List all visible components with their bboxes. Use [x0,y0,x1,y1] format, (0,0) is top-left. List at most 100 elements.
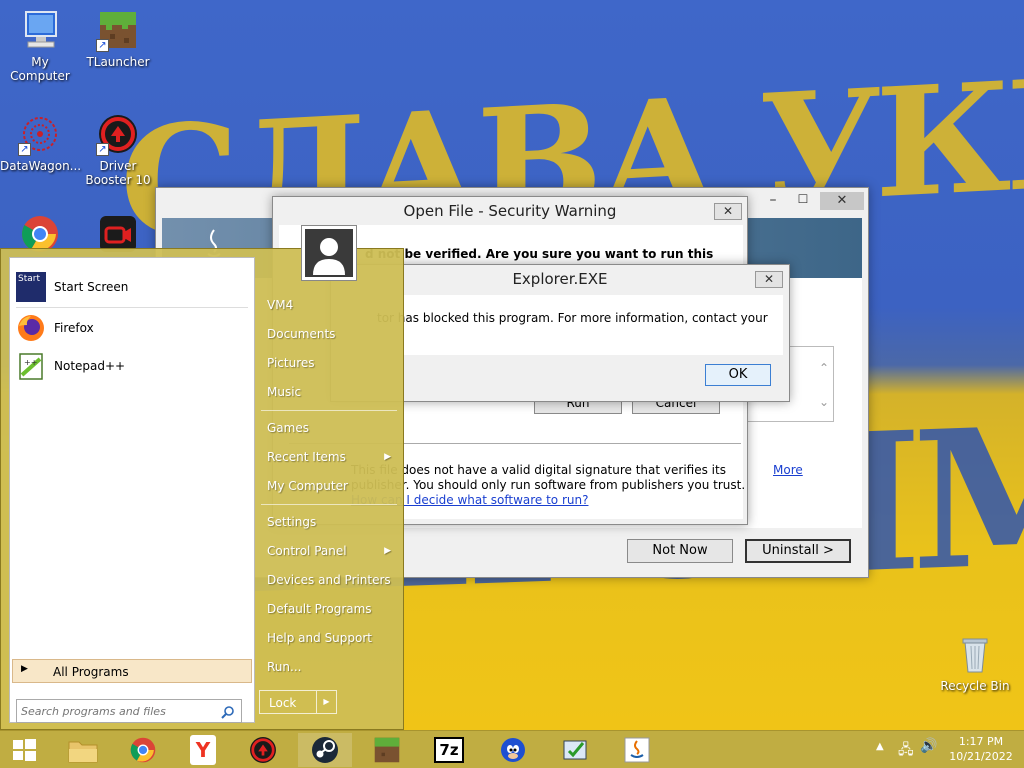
taskbar-tlauncher[interactable] [360,733,414,767]
place-control-panel[interactable]: Control Panel ▶ [267,537,397,565]
user-picture[interactable] [301,225,357,281]
desktop-icon-tlauncher[interactable]: ↗ TLauncher [78,8,158,69]
signature-text-line1: This file does not have a valid digital … [351,463,726,477]
taskbar-sonic[interactable] [486,733,540,767]
shortcut-arrow-icon: ↗ [96,39,109,52]
minecraft-block-icon: ↗ [96,8,140,52]
pinned-firefox[interactable]: Firefox [16,311,94,345]
ok-button[interactable]: OK [705,364,771,386]
chrome-icon [130,737,156,763]
lock-button[interactable]: Lock [269,696,296,710]
firefox-icon [18,315,44,341]
notepad-plus-plus-icon: ++ [19,353,43,380]
all-programs-button[interactable]: ▶ All Programs [12,659,252,683]
taskbar-app-checklist[interactable] [548,733,602,767]
signature-text-line2: publisher. You should only run software … [351,478,746,492]
lock-button-group: Lock ▶ [259,690,337,714]
7zip-icon: 7z [434,737,464,763]
chevron-right-icon: ▶ [384,452,391,462]
not-now-button[interactable]: Not Now [627,539,733,563]
place-devices-and-printers[interactable]: Devices and Printers [267,566,397,594]
desktop-icon-my-computer[interactable]: My Computer [0,8,80,83]
dialog-title: Open File - Security Warning [403,202,617,220]
signature-info: This file does not have a valid digital … [351,463,745,508]
place-help-and-support[interactable]: Help and Support [267,624,397,652]
start-menu: Start Start Screen Firefox ++ Notepad++ … [0,225,404,730]
all-programs-label: All Programs [53,665,129,679]
taskbar-chrome[interactable] [116,733,170,767]
windows-logo-icon [13,739,36,761]
computer-icon [18,8,62,52]
place-documents[interactable]: Documents [267,320,397,348]
close-button[interactable]: ✕ [714,203,742,220]
driver-booster-icon [250,737,276,763]
minimize-button[interactable]: – [760,192,786,210]
taskbar-driver-booster[interactable] [236,733,290,767]
yandex-icon: Y [190,735,216,765]
minecraft-block-icon [374,737,400,763]
more-link[interactable]: More [773,463,803,477]
place-music[interactable]: Music [267,378,397,406]
desktop-icon-datawagon[interactable]: ↗ DataWagon... [0,112,82,173]
search-box[interactable] [16,699,242,723]
taskbar-file-explorer[interactable] [56,733,110,767]
close-button[interactable]: ✕ [755,271,783,288]
window-controls: – ☐ ✕ [756,188,868,214]
user-avatar-icon [305,229,353,277]
search-input[interactable] [21,702,216,720]
warning-question: d not be verified. Are you sure you want… [365,247,714,261]
recycle-bin-icon [953,632,997,676]
folder-icon [68,741,98,763]
place-settings[interactable]: Settings [267,508,397,536]
divider [261,504,397,505]
lock-options-arrow-icon[interactable]: ▶ [316,691,336,713]
place-run[interactable]: Run... [267,653,397,681]
network-icon[interactable]: 🖧 [898,739,914,763]
start-screen-icon: Start [16,272,46,302]
pinned-start-screen[interactable]: Start Start Screen [16,270,128,304]
uninstall-button[interactable]: Uninstall > [745,539,851,563]
maximize-button[interactable]: ☐ [790,192,816,210]
shortcut-arrow-icon: ↗ [18,143,31,156]
place-default-programs[interactable]: Default Programs [267,595,397,623]
java-icon [624,737,650,763]
search-icon[interactable] [221,705,235,719]
sonic-icon [501,738,525,762]
desktop-icon-recycle-bin[interactable]: Recycle Bin [935,632,1015,693]
place-vm4[interactable]: VM4 [267,291,397,319]
place-recent-items[interactable]: Recent Items ▶ [267,443,397,471]
place-pictures[interactable]: Pictures [267,349,397,377]
start-button[interactable] [0,733,48,767]
start-menu-programs-pane: Start Start Screen Firefox ++ Notepad++ … [9,257,255,723]
taskbar-steam[interactable] [298,733,352,767]
chevron-right-icon: ▶ [384,546,391,556]
play-arrow-icon: ▶ [21,664,28,674]
pinned-label: Start Screen [54,280,129,294]
desktop-icon-label: TLauncher [86,55,150,69]
desktop-icon-label: Recycle Bin [940,679,1010,693]
desktop-icon-driver-booster[interactable]: ↗ Driver Booster 10 [78,112,158,187]
taskbar-7zip[interactable]: 7z [422,733,476,767]
desktop-icon-label: DataWagon... [0,159,82,173]
pinned-label: Notepad++ [54,359,126,373]
desktop-icon-label: My Computer [10,55,70,83]
divider [16,307,248,308]
chevron-up-icon[interactable]: ⌃ [819,361,829,375]
steam-icon [312,737,338,763]
pinned-notepad-plus-plus[interactable]: ++ Notepad++ [16,349,125,383]
pinned-label: Firefox [54,321,94,335]
datawagon-icon: ↗ [18,112,62,156]
shortcut-arrow-icon: ↗ [96,143,109,156]
chevron-down-icon[interactable]: ⌄ [819,395,829,409]
place-label: Control Panel [267,544,347,558]
close-button[interactable]: ✕ [820,192,864,210]
place-games[interactable]: Games [267,414,397,442]
place-my-computer[interactable]: My Computer [267,472,397,500]
volume-icon[interactable]: 🔊 [920,738,937,754]
show-hidden-icons-icon[interactable]: ▲ [876,741,884,752]
divider [261,410,397,411]
clock[interactable]: 1:17 PM 10/21/2022 [946,734,1016,764]
desktop-icon-label: Driver Booster 10 [85,159,151,187]
taskbar-yandex[interactable]: Y [176,733,230,767]
taskbar-java[interactable] [610,733,664,767]
